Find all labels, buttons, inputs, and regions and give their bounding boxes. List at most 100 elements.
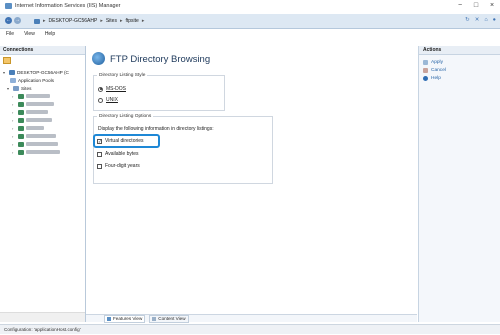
checkbox-virtual-directories[interactable]: ✓ Virtual directories xyxy=(97,138,144,144)
expand-icon[interactable]: › xyxy=(12,102,16,107)
expand-icon[interactable]: › xyxy=(12,142,16,147)
checkbox-available-bytes[interactable]: Available bytes xyxy=(97,151,139,157)
breadcrumb-item-sites[interactable]: Sites xyxy=(106,18,117,24)
site-globe-icon xyxy=(18,125,24,131)
site-globe-icon xyxy=(18,109,24,115)
actions-header: Actions xyxy=(419,46,500,55)
features-view: FTP Directory Browsing Directory Listing… xyxy=(86,39,417,323)
ftp-directory-browsing-icon xyxy=(92,52,105,65)
breadcrumb-item-ftpsite[interactable]: ftpsite xyxy=(125,18,138,24)
apply-icon xyxy=(423,60,428,65)
tree-node-site[interactable]: › xyxy=(12,124,44,132)
tree-node-site[interactable]: › xyxy=(12,92,50,100)
action-label-cancel: Cancel xyxy=(431,68,446,73)
close-button[interactable]: × xyxy=(485,1,499,11)
breadcrumb-separator: ▸ xyxy=(141,18,145,24)
minimize-button[interactable]: − xyxy=(453,1,467,11)
connect-icon[interactable] xyxy=(3,57,11,64)
radio-ms-dos[interactable]: MS-DOS xyxy=(98,86,126,92)
tree-node-site[interactable]: › xyxy=(12,108,48,116)
checkbox-label-virtual-directories: Virtual directories xyxy=(105,138,144,144)
tab-label-content-view: Content View xyxy=(158,316,186,321)
expand-icon[interactable]: › xyxy=(12,134,16,139)
server-icon xyxy=(9,69,15,75)
tree-node-sites[interactable]: ▾ Sites xyxy=(7,84,31,92)
back-button[interactable]: ← xyxy=(5,17,12,24)
stop-icon[interactable]: ✕ xyxy=(475,17,480,23)
menu-bar: File View Help xyxy=(0,29,500,39)
tree-node-site[interactable]: › xyxy=(12,116,52,124)
radio-button[interactable] xyxy=(98,97,103,103)
cancel-icon xyxy=(423,68,428,73)
expand-icon[interactable]: › xyxy=(12,126,16,131)
refresh-icon[interactable]: ↻ xyxy=(465,17,470,23)
checkbox-four-digit-years[interactable]: Four-digit years xyxy=(97,163,140,169)
menu-help[interactable]: Help xyxy=(45,31,55,37)
status-bar: Configuration: 'applicationHost.config' xyxy=(0,324,500,334)
expand-icon[interactable]: › xyxy=(12,94,16,99)
site-globe-icon xyxy=(18,133,24,139)
checkbox[interactable] xyxy=(97,151,102,157)
redacted-site-name xyxy=(26,94,50,98)
redacted-site-name xyxy=(26,102,54,106)
listing-options-description: Display the following information in dir… xyxy=(98,126,214,132)
site-globe-icon xyxy=(18,117,24,123)
redacted-site-name xyxy=(26,134,56,138)
breadcrumb-item-server[interactable]: DESKTOP-GC56AHP xyxy=(49,18,98,24)
horizontal-scrollbar[interactable] xyxy=(0,312,85,322)
address-toolbar: ↻ ✕ ⌂ ● xyxy=(465,17,496,23)
expand-icon[interactable]: › xyxy=(12,110,16,115)
collapse-icon[interactable]: ▾ xyxy=(3,70,7,75)
window-title: Internet Information Services (IIS) Mana… xyxy=(15,3,121,9)
radio-unix[interactable]: UNIX xyxy=(98,97,118,103)
tab-features-view[interactable]: Features View xyxy=(104,314,146,323)
features-view-icon xyxy=(107,316,111,321)
tree-node-server[interactable]: ▾ DESKTOP-GC56AHP (C xyxy=(3,68,69,76)
collapse-icon[interactable]: ▾ xyxy=(7,86,11,91)
radio-label-unix: UNIX xyxy=(106,97,118,103)
action-help[interactable]: Help xyxy=(423,76,441,81)
page-title: FTP Directory Browsing xyxy=(110,54,211,65)
app-pool-icon xyxy=(10,77,16,83)
action-label-help: Help xyxy=(431,76,441,81)
action-apply[interactable]: Apply xyxy=(423,60,443,65)
redacted-site-name xyxy=(26,126,44,130)
tree-node-app-pools[interactable]: Application Pools xyxy=(10,76,54,84)
site-globe-icon xyxy=(18,149,24,155)
tab-content-view[interactable]: Content View xyxy=(149,314,189,323)
tree-node-site[interactable]: › xyxy=(12,100,54,108)
tree-node-site[interactable]: › xyxy=(12,140,58,148)
menu-view[interactable]: View xyxy=(24,31,35,37)
action-label-apply: Apply xyxy=(431,60,443,65)
sites-folder-icon xyxy=(13,85,19,91)
help-icon[interactable]: ● xyxy=(493,17,496,23)
tree-node-site[interactable]: › xyxy=(12,148,60,156)
action-cancel[interactable]: Cancel xyxy=(423,68,446,73)
connections-panel: Connections ▾ DESKTOP-GC56AHP (C Applica… xyxy=(0,46,86,322)
expand-icon[interactable]: › xyxy=(12,118,16,123)
forward-button[interactable]: → xyxy=(14,17,21,24)
site-globe-icon xyxy=(18,101,24,107)
checkbox[interactable] xyxy=(97,163,102,169)
home-icon[interactable]: ⌂ xyxy=(484,17,487,23)
menu-file[interactable]: File xyxy=(6,31,14,37)
checkbox-label-four-digit-years: Four-digit years xyxy=(105,163,140,169)
tree-node-site[interactable]: › xyxy=(12,132,56,140)
site-globe-icon xyxy=(18,93,24,99)
redacted-site-name xyxy=(26,118,52,122)
title-bar: Internet Information Services (IIS) Mana… xyxy=(0,0,500,13)
checkbox-checked[interactable]: ✓ xyxy=(97,138,102,144)
radio-button-selected[interactable] xyxy=(98,86,103,92)
actions-panel: Actions Apply Cancel Help xyxy=(418,46,500,322)
site-globe-icon xyxy=(18,141,24,147)
server-icon xyxy=(34,18,40,24)
breadcrumb-separator: ▸ xyxy=(43,18,46,24)
breadcrumb-separator: ▸ xyxy=(100,18,103,24)
maximize-button[interactable]: □ xyxy=(469,1,483,11)
content-view-icon xyxy=(152,316,157,321)
redacted-site-name xyxy=(26,110,48,114)
expand-icon[interactable]: › xyxy=(12,150,16,155)
redacted-site-name xyxy=(26,142,58,146)
redacted-site-name xyxy=(26,150,60,154)
view-tabs: Features View Content View xyxy=(86,314,417,323)
